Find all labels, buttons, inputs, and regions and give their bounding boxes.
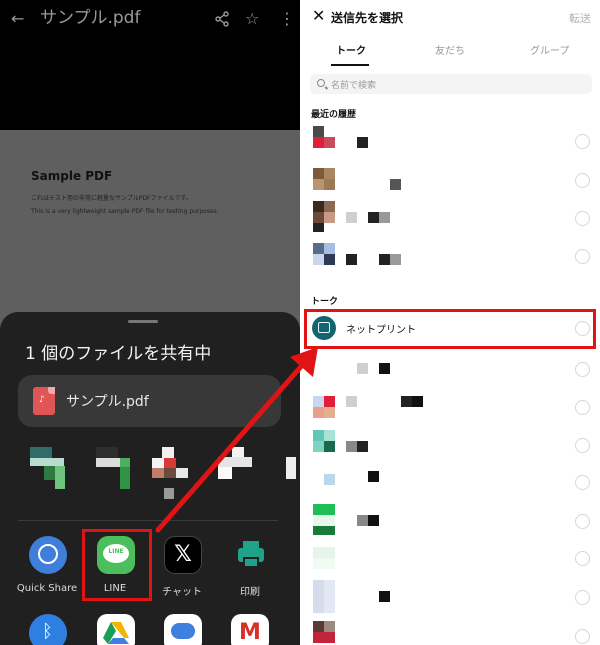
annotation-arrow xyxy=(155,347,318,533)
screenshot-root: ← サンプル.pdf ☆ ⋮ Sample PDF これはテスト用の非常に軽量な… xyxy=(0,0,600,645)
